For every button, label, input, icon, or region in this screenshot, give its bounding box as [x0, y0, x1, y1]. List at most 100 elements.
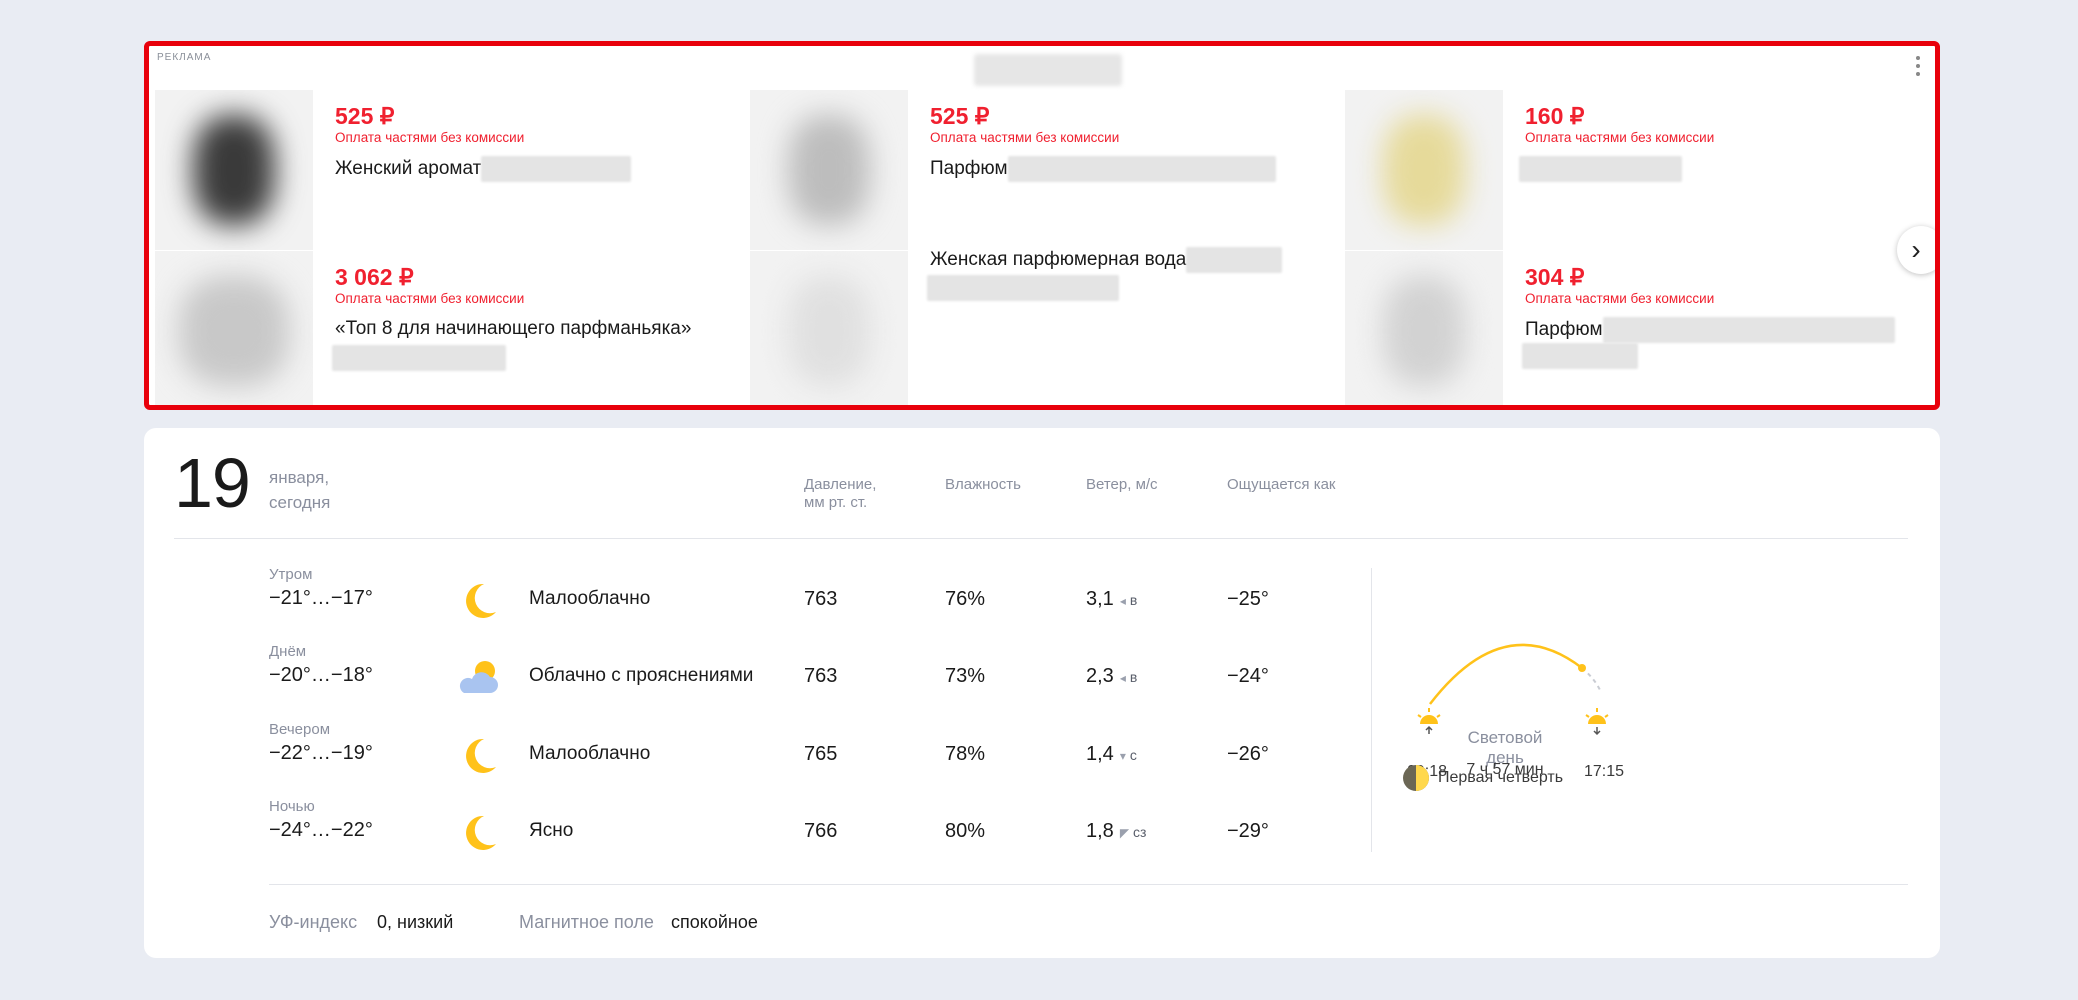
product-price: 304 ₽	[1525, 264, 1585, 290]
sunset-icon	[1585, 708, 1609, 736]
temperature: −20°…−18°	[269, 664, 373, 686]
day-date: января, сегодня	[269, 468, 331, 512]
advertiser-logo[interactable]	[974, 54, 1122, 86]
product-image[interactable]	[750, 90, 908, 250]
wind-arrow-icon: ▾	[1119, 749, 1126, 763]
temperature: −24°…−22°	[269, 819, 373, 841]
blurred-text	[1007, 156, 1276, 182]
chevron-right-icon[interactable]: ›	[1897, 226, 1935, 274]
temperature: −21°…−17°	[269, 587, 373, 609]
wind-arrow-icon: ◤	[1119, 826, 1130, 840]
product-installment: Оплата частями без комиссии	[930, 130, 1120, 145]
product-image[interactable]	[750, 251, 908, 405]
condition: Малооблачно	[529, 588, 651, 609]
divider	[269, 884, 1908, 885]
moon-icon	[466, 815, 496, 850]
product-installment: Оплата частями без комиссии	[1525, 130, 1715, 145]
product-installment: Оплата частями без комиссии	[1525, 291, 1715, 306]
wind-arrow-icon: ◂	[1119, 594, 1126, 608]
divider	[174, 538, 1908, 539]
pressure-value: 766	[804, 820, 838, 842]
column-header-feels-like: Ощущается как	[1227, 476, 1336, 493]
wind-value: 1,8 ◤ сз	[1086, 820, 1147, 842]
wind-arrow-icon: ◂	[1119, 671, 1126, 685]
magnetic-field-value: спокойное	[671, 912, 758, 932]
condition: Ясно	[529, 820, 574, 841]
forecast-row: Утром −21°…−17° Малооблачно 763 76% 3,1 ◂…	[144, 566, 1444, 636]
feels-like-value: −29°	[1227, 820, 1269, 842]
product-title[interactable]: Женский аромат	[335, 158, 481, 179]
sunset-time: 17:15	[1584, 763, 1625, 780]
humidity-value: 76%	[945, 588, 986, 610]
product-installment: Оплата частями без комиссии	[335, 291, 525, 306]
magnetic-field-label: Магнитное поле	[519, 912, 654, 932]
temperature: −22°…−19°	[269, 742, 373, 764]
ad-product-card[interactable]: 525 ₽ Оплата частями без комиссии Парфюм	[750, 90, 1335, 250]
ad-product-card[interactable]: Женская парфюмерная вода	[750, 247, 1335, 405]
condition: Малооблачно	[529, 743, 651, 764]
moon-phase-label: Первая четверть	[1438, 769, 1564, 786]
product-title[interactable]: Парфюм	[1525, 319, 1603, 340]
blurred-text	[481, 156, 632, 182]
ad-product-card[interactable]: 304 ₽ Оплата частями без комиссии Парфюм	[1345, 251, 1930, 405]
product-image[interactable]	[155, 251, 313, 405]
moon-icon	[466, 583, 496, 618]
condition: Облачно с прояснениями	[529, 665, 754, 686]
blurred-text	[927, 275, 1119, 301]
moon-icon	[466, 738, 496, 773]
humidity-value: 73%	[945, 665, 986, 687]
kebab-menu-icon[interactable]	[1915, 56, 1921, 76]
feels-like-value: −24°	[1227, 665, 1269, 687]
period-label: Вечером	[269, 721, 331, 738]
column-header-humidity: Влажность	[945, 476, 1021, 493]
product-price: 525 ₽	[335, 103, 395, 129]
feels-like-value: −26°	[1227, 743, 1269, 765]
product-title[interactable]: Женская парфюмерная вода	[930, 249, 1186, 270]
product-title[interactable]: Парфюм	[930, 158, 1008, 179]
wind-value: 1,4 ▾ с	[1086, 743, 1137, 765]
uv-index-label: УФ-индекс	[269, 912, 358, 932]
moon-phase-icon	[1403, 765, 1429, 791]
period-label: Ночью	[269, 798, 315, 815]
blurred-text	[1186, 247, 1283, 273]
pressure-value: 765	[804, 743, 838, 765]
forecast-row: Вечером −22°…−19° Малооблачно 765 78% 1,…	[144, 721, 1444, 791]
wind-value: 3,1 ◂ в	[1086, 588, 1138, 610]
sunrise-icon	[1417, 708, 1441, 734]
column-header-wind: Ветер, м/с	[1086, 476, 1158, 493]
uv-index-value: 0, низкий	[377, 912, 454, 932]
ad-product-card[interactable]: 525 ₽ Оплата частями без комиссии Женски…	[155, 90, 740, 250]
blurred-text	[332, 345, 506, 371]
product-image[interactable]	[1345, 90, 1503, 250]
product-installment: Оплата частями без комиссии	[335, 130, 525, 145]
pressure-value: 763	[804, 665, 838, 687]
cloud-sun-icon	[459, 661, 498, 693]
day-number: 19	[174, 444, 251, 522]
blurred-text	[1602, 317, 1895, 343]
humidity-value: 78%	[945, 743, 986, 765]
moon-phase: Первая четверть	[1402, 764, 1563, 792]
column-header-pressure: Давление, мм рт. ст.	[804, 476, 877, 511]
blurred-text	[1522, 343, 1638, 369]
ad-product-card[interactable]: 160 ₽ Оплата частями без комиссии	[1345, 90, 1930, 250]
feels-like-value: −25°	[1227, 588, 1269, 610]
ad-product-card[interactable]: 3 062 ₽ Оплата частями без комиссии «Топ…	[155, 251, 740, 405]
product-image[interactable]	[155, 90, 313, 250]
product-title[interactable]: «Топ 8 для начинающего парфманьяка»	[335, 318, 691, 339]
period-label: Днём	[269, 643, 307, 660]
product-price: 160 ₽	[1525, 103, 1585, 129]
divider	[1371, 568, 1372, 852]
humidity-value: 80%	[945, 820, 986, 842]
period-label: Утром	[269, 566, 313, 583]
weather-day-card: 19 января, сегодня Давление, мм рт. ст. …	[144, 428, 1940, 958]
product-image[interactable]	[1345, 251, 1503, 405]
product-price: 525 ₽	[930, 103, 990, 129]
pressure-value: 763	[804, 588, 838, 610]
ad-label: РЕКЛАМА	[157, 52, 212, 63]
wind-value: 2,3 ◂ в	[1086, 665, 1138, 687]
blurred-text	[1519, 156, 1682, 182]
product-price: 3 062 ₽	[335, 264, 414, 290]
forecast-row: Ночью −24°…−22° Ясно 766 80% 1,8 ◤ сз −29°	[144, 798, 1444, 868]
forecast-row: Днём −20°…−18° Облачно с прояснениями 76…	[144, 643, 1444, 713]
ad-block: РЕКЛАМА 525 ₽ Оплата частями без комисси…	[144, 41, 1940, 410]
